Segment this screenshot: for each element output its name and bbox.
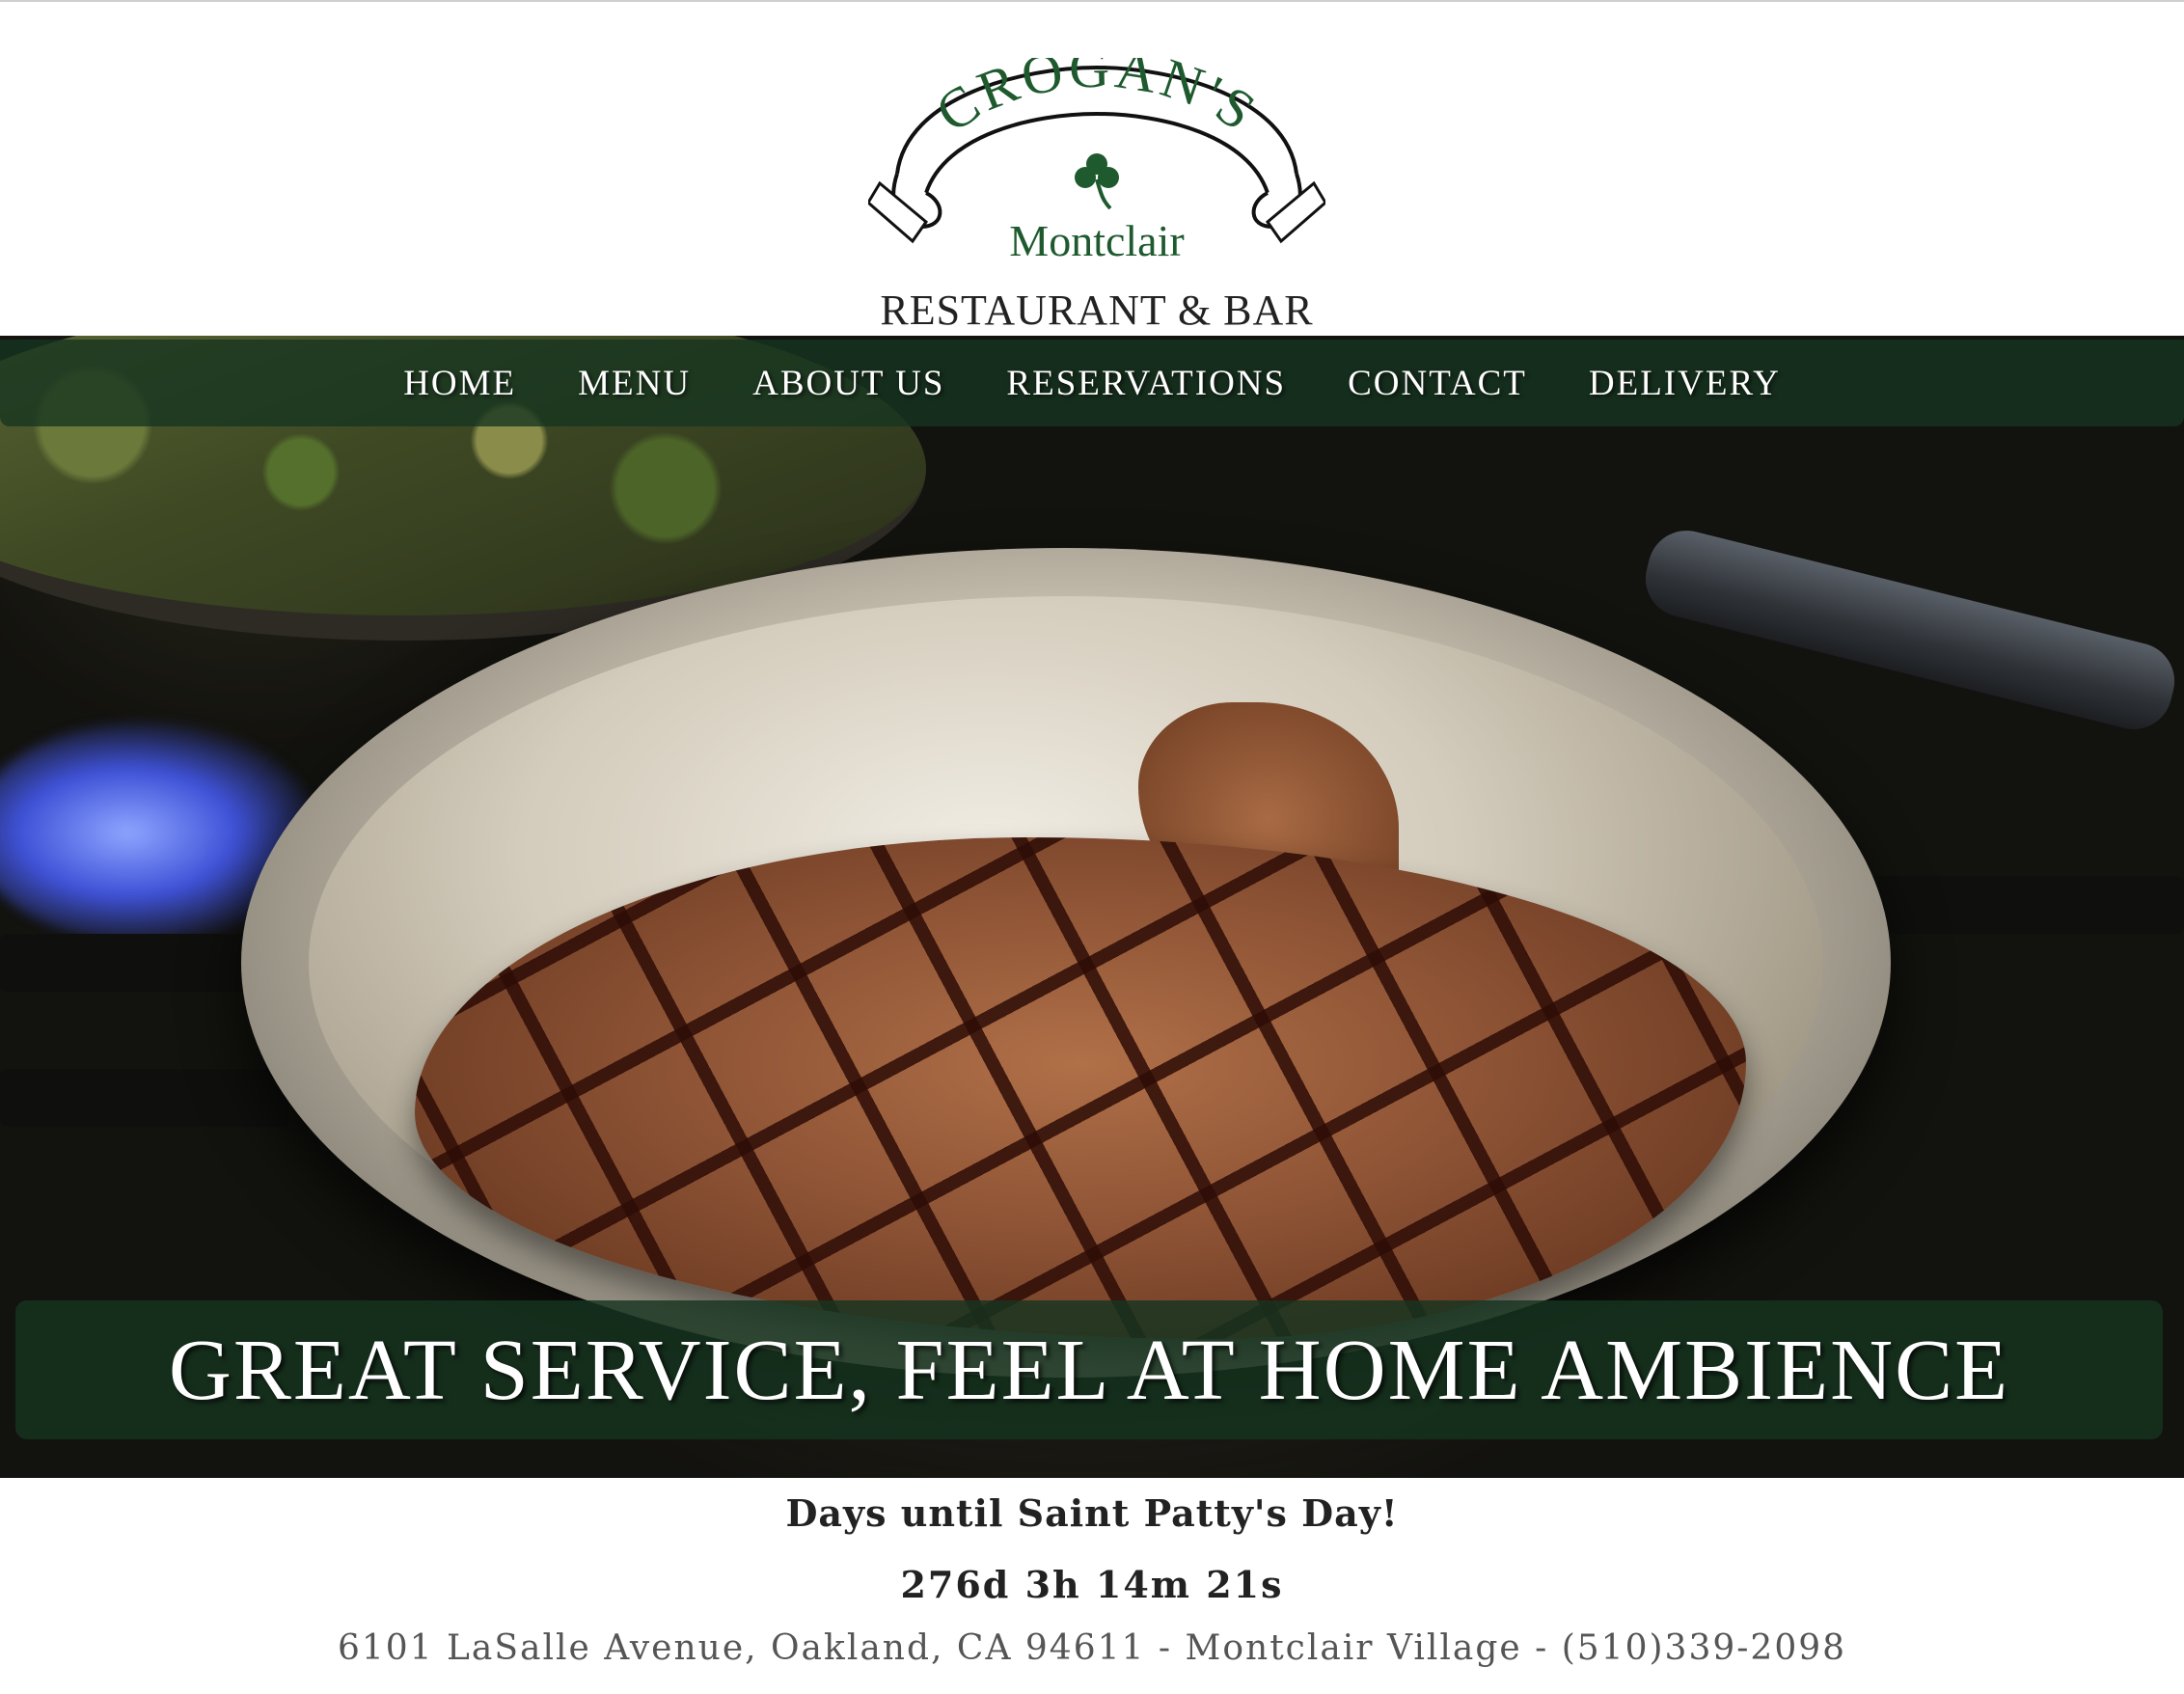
nav-item-home[interactable]: HOME: [403, 363, 516, 404]
nav-item-reservations[interactable]: RESERVATIONS: [1006, 363, 1286, 404]
logo-subtitle: RESTAURANT & BAR: [880, 287, 1314, 334]
hero-banner: GREAT SERVICE, FEEL AT HOME AMBIENCE: [15, 1300, 2163, 1439]
main-nav: HOME MENU ABOUT US RESERVATIONS CONTACT …: [0, 340, 2184, 426]
footer-address: 6101 LaSalle Avenue, Oakland, CA 94611 -…: [337, 1628, 1847, 1668]
nav-item-menu[interactable]: MENU: [578, 363, 691, 404]
countdown-label: Days until Saint Patty's Day!: [785, 1491, 1399, 1535]
logo-arch-text: CROGAN'S: [924, 58, 1266, 145]
nav-item-contact[interactable]: CONTACT: [1348, 363, 1527, 404]
nav-item-delivery[interactable]: DELIVERY: [1589, 363, 1781, 404]
logo-banner-graphic: CROGAN'S Montclair: [868, 58, 1325, 265]
pan-handle: [1637, 522, 2183, 738]
site-header: CROGAN'S Montclair RESTAURANT & BAR: [0, 2, 2184, 336]
logo-location-text: Montclair: [1009, 216, 1184, 265]
countdown-timer: 276d 3h 14m 21s: [900, 1563, 1284, 1606]
hero-banner-text: GREAT SERVICE, FEEL AT HOME AMBIENCE: [168, 1322, 2010, 1418]
shamrock-icon: [1075, 153, 1119, 210]
stove-grate: [0, 1069, 289, 1127]
svg-text:CROGAN'S: CROGAN'S: [924, 58, 1269, 145]
crogans-logo[interactable]: CROGAN'S Montclair RESTAURANT & BAR: [868, 58, 1325, 338]
nav-item-about-us[interactable]: ABOUT US: [752, 363, 944, 404]
page: CROGAN'S Montclair RESTAURANT & BAR HOME…: [0, 0, 2184, 1694]
